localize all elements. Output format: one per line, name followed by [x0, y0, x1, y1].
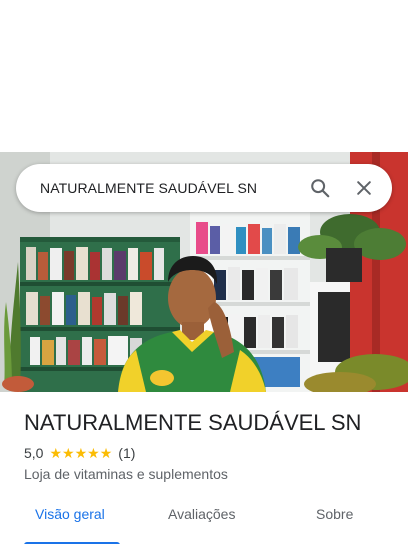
search-bar[interactable]: NATURALMENTE SAUDÁVEL SN — [16, 164, 392, 212]
star-icon: ★ — [87, 445, 100, 461]
search-input[interactable]: NATURALMENTE SAUDÁVEL SN — [16, 180, 298, 196]
rating-value: 5,0 — [24, 445, 44, 461]
blank-top-area — [0, 0, 408, 152]
close-icon — [357, 181, 371, 195]
place-category[interactable]: Loja de vitaminas e suplementos — [24, 466, 228, 482]
search-button[interactable] — [298, 166, 342, 210]
tab-bar: Visão geral Avaliações Sobre — [0, 500, 408, 544]
star-icon: ★ — [99, 445, 113, 461]
search-icon — [311, 179, 330, 198]
place-title: NATURALMENTE SAUDÁVEL SN — [24, 410, 362, 435]
place-info-panel: NATURALMENTE SAUDÁVEL SN 5,0 ★ ★ ★ ★ ★ (… — [0, 392, 408, 544]
star-icon: ★ — [62, 445, 75, 461]
tab-about[interactable]: Sobre — [316, 506, 353, 522]
rating-row[interactable]: 5,0 ★ ★ ★ ★ ★ (1) — [24, 445, 135, 461]
tab-overview[interactable]: Visão geral — [35, 506, 105, 522]
rating-stars: ★ ★ ★ ★ ★ — [49, 446, 112, 460]
tab-reviews[interactable]: Avaliações — [168, 506, 235, 522]
review-count[interactable]: (1) — [118, 445, 135, 461]
star-icon: ★ — [74, 445, 88, 461]
star-icon: ★ — [49, 445, 63, 461]
close-button[interactable] — [342, 166, 386, 210]
